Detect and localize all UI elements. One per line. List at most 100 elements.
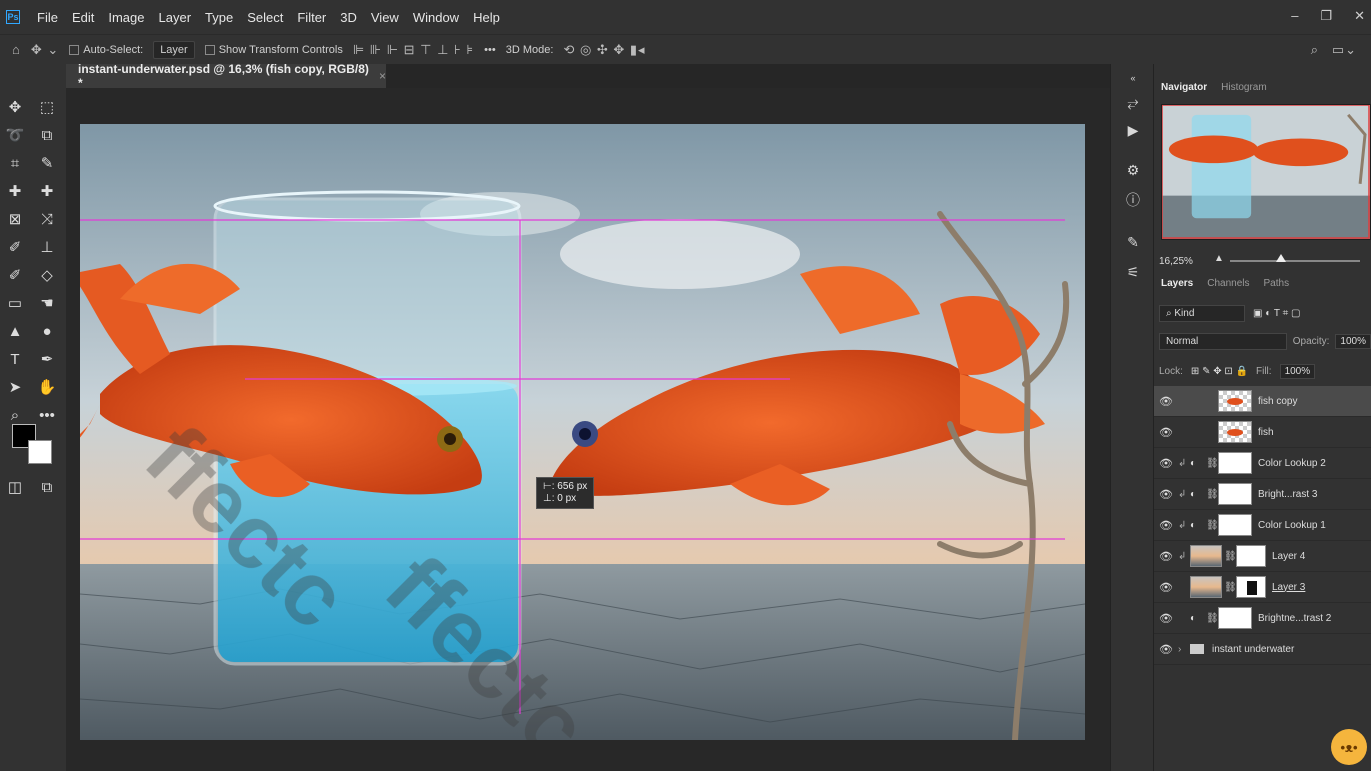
brush-settings-icon[interactable]: ✎ xyxy=(1123,232,1143,252)
menu-type[interactable]: Type xyxy=(198,10,240,25)
group-expand-chevron-icon[interactable]: › xyxy=(1178,644,1190,655)
link-chain-icon: ⛓ xyxy=(1206,457,1219,469)
dodge-tool-icon[interactable]: ● xyxy=(34,320,60,342)
layer-kind-filter[interactable]: ⌕ Kind xyxy=(1159,304,1245,322)
restore-icon[interactable]: ❐ xyxy=(1320,8,1332,24)
3d-mode-icons[interactable]: ⟲ ◎ ✣ ✥ ▮◂ xyxy=(563,42,645,58)
hand-tool-icon[interactable]: ✋ xyxy=(34,376,60,398)
align-icons[interactable]: ⊫ ⊪ ⊩ ⊟ ⊤ ⊥ ⊦ ⊧ xyxy=(353,42,474,58)
pen-tool-icon[interactable]: ✒ xyxy=(34,348,60,370)
sharpen-tool-icon[interactable]: ▲ xyxy=(2,320,28,342)
path-select-icon[interactable]: ➤ xyxy=(2,376,28,398)
layer-row-color-lookup-1[interactable]: 👁 ↲ ◐ ⛓ Color Lookup 1 xyxy=(1154,510,1371,541)
fill-field[interactable]: 100% xyxy=(1279,363,1316,379)
tab-navigator[interactable]: Navigator xyxy=(1161,82,1207,93)
frame-tool-icon[interactable]: ⊠ xyxy=(2,208,28,230)
visibility-eye-icon[interactable]: 👁 xyxy=(1154,488,1178,501)
document-canvas[interactable]: ffectc ffectc xyxy=(80,124,1085,740)
visibility-eye-icon[interactable]: 👁 xyxy=(1154,612,1178,625)
zoom-out-icon[interactable]: ▲ xyxy=(1214,253,1224,264)
search-icon[interactable]: ⌕ xyxy=(1311,42,1319,58)
brush-tool-icon[interactable]: ✐ xyxy=(2,236,28,258)
tab-paths[interactable]: Paths xyxy=(1264,278,1290,289)
smudge-tool-icon[interactable]: ☚ xyxy=(34,292,60,314)
show-transform-checkbox[interactable]: Show Transform Controls xyxy=(204,44,343,56)
navigator-thumbnail[interactable] xyxy=(1161,104,1371,240)
visibility-eye-icon[interactable]: 👁 xyxy=(1154,550,1178,563)
photoshop-app-icon[interactable]: Ps xyxy=(6,10,20,24)
info-icon[interactable]: ⓘ xyxy=(1123,190,1143,210)
marquee-tool-icon[interactable]: ⬚ xyxy=(34,96,60,118)
layer-row-layer-4[interactable]: 👁 ↲ ⛓ Layer 4 xyxy=(1154,541,1371,572)
visibility-eye-icon[interactable]: 👁 xyxy=(1154,519,1178,532)
move-tool-icon[interactable]: ✥ xyxy=(2,96,28,118)
auto-select-target-dropdown[interactable]: Layer xyxy=(153,40,195,59)
close-document-icon[interactable]: × xyxy=(379,69,386,83)
bandage-tool-icon[interactable]: ✚ xyxy=(34,180,60,202)
menu-select[interactable]: Select xyxy=(240,10,290,25)
visibility-eye-icon[interactable]: 👁 xyxy=(1154,426,1178,439)
lock-icons[interactable]: ⊞ ✎ ✥ ⊡ 🔒 xyxy=(1191,366,1248,377)
workspace-icon[interactable]: ▭⌄ xyxy=(1332,42,1357,58)
gradient-tool-icon[interactable]: ▭ xyxy=(2,292,28,314)
move-tool-preset-icon[interactable]: ✥ ⌄ xyxy=(31,42,59,58)
healing-brush-icon[interactable]: ✚ xyxy=(2,180,28,202)
layer-row-fish[interactable]: 👁 fish xyxy=(1154,417,1371,448)
menu-3d[interactable]: 3D xyxy=(333,10,364,25)
quick-mask-icon[interactable]: ◫ xyxy=(2,476,28,498)
crop-tool-icon[interactable]: ⌗ xyxy=(2,152,28,174)
menu-layer[interactable]: Layer xyxy=(152,10,199,25)
tab-histogram[interactable]: Histogram xyxy=(1221,82,1267,93)
auto-select-checkbox[interactable]: Auto-Select: xyxy=(69,44,143,56)
canvas-area[interactable]: ffectc ffectc ⊢: 656 px ⊥: 0 px xyxy=(66,88,1110,771)
type-tool-icon[interactable]: T xyxy=(2,348,28,370)
content-aware-move-icon[interactable]: ⤨ xyxy=(34,208,60,230)
tab-channels[interactable]: Channels xyxy=(1207,278,1249,289)
layer-row-color-lookup-2[interactable]: 👁 ↲ ◐ ⛓ Color Lookup 2 xyxy=(1154,448,1371,479)
visibility-eye-icon[interactable]: 👁 xyxy=(1154,457,1178,470)
home-icon[interactable]: ⌂ xyxy=(12,42,21,57)
more-options[interactable]: ••• xyxy=(484,44,496,56)
eraser-tool-icon[interactable]: ◇ xyxy=(34,264,60,286)
actions-play-icon[interactable]: ▶ xyxy=(1123,120,1143,140)
menu-view[interactable]: View xyxy=(364,10,406,25)
clone-stamp-icon[interactable]: ⊥ xyxy=(34,236,60,258)
collapse-panels-icon[interactable]: « xyxy=(1123,68,1143,88)
opacity-field[interactable]: 100% xyxy=(1335,333,1371,349)
visibility-eye-icon[interactable]: 👁 xyxy=(1154,643,1178,656)
minimize-icon[interactable]: – xyxy=(1291,8,1298,24)
layer-row-group-instant-underwater[interactable]: 👁 › instant underwater xyxy=(1154,634,1371,665)
adjustments-icon[interactable]: ⚟ xyxy=(1123,262,1143,282)
history-brush-icon[interactable]: ✐ xyxy=(2,264,28,286)
visibility-eye-icon[interactable]: 👁 xyxy=(1154,581,1178,594)
filter-type-icons[interactable]: ▣ ◐ T ⌗ ▢ xyxy=(1253,308,1300,319)
link-chain-icon: ⛓ xyxy=(1206,612,1219,624)
eyedropper-tool-icon[interactable]: ✎ xyxy=(34,152,60,174)
screen-mode-icon[interactable]: ⧉ xyxy=(34,476,60,498)
layer-row-brightness-contrast-2[interactable]: 👁 ◐ ⛓ Brightne...trast 2 xyxy=(1154,603,1371,634)
menu-edit[interactable]: Edit xyxy=(65,10,101,25)
blend-mode-dropdown[interactable]: Normal xyxy=(1159,332,1287,350)
navigator-zoom-value[interactable]: 16,25% xyxy=(1159,256,1193,267)
document-tab[interactable]: instant-underwater.psd @ 16,3% (fish cop… xyxy=(66,62,386,90)
close-window-icon[interactable]: ✕ xyxy=(1354,8,1365,24)
menu-file[interactable]: File xyxy=(30,10,65,25)
history-icon[interactable]: ⥂ xyxy=(1123,92,1143,112)
zoom-slider-knob[interactable] xyxy=(1276,254,1286,262)
properties-icon[interactable]: ⚙ xyxy=(1123,160,1143,180)
visibility-eye-icon[interactable]: 👁 xyxy=(1154,395,1178,408)
layer-row-fish-copy[interactable]: 👁 fish copy xyxy=(1154,386,1371,417)
background-color-swatch[interactable] xyxy=(28,440,52,464)
tab-layers[interactable]: Layers xyxy=(1161,278,1193,289)
zoom-tool-icon[interactable]: ⌕ xyxy=(2,404,28,426)
menu-image[interactable]: Image xyxy=(101,10,151,25)
layer-row-layer-3[interactable]: 👁 ⛓ Layer 3 xyxy=(1154,572,1371,603)
layer-row-brightness-contrast-3[interactable]: 👁 ↲ ◐ ⛓ Bright...rast 3 xyxy=(1154,479,1371,510)
menu-help[interactable]: Help xyxy=(466,10,507,25)
menu-window[interactable]: Window xyxy=(406,10,466,25)
lasso-tool-icon[interactable]: ➰ xyxy=(2,124,28,146)
zoom-slider[interactable] xyxy=(1230,260,1360,262)
more-tools-icon[interactable]: ••• xyxy=(34,404,60,426)
menu-filter[interactable]: Filter xyxy=(290,10,333,25)
object-select-tool-icon[interactable]: ⧉ xyxy=(34,124,60,146)
